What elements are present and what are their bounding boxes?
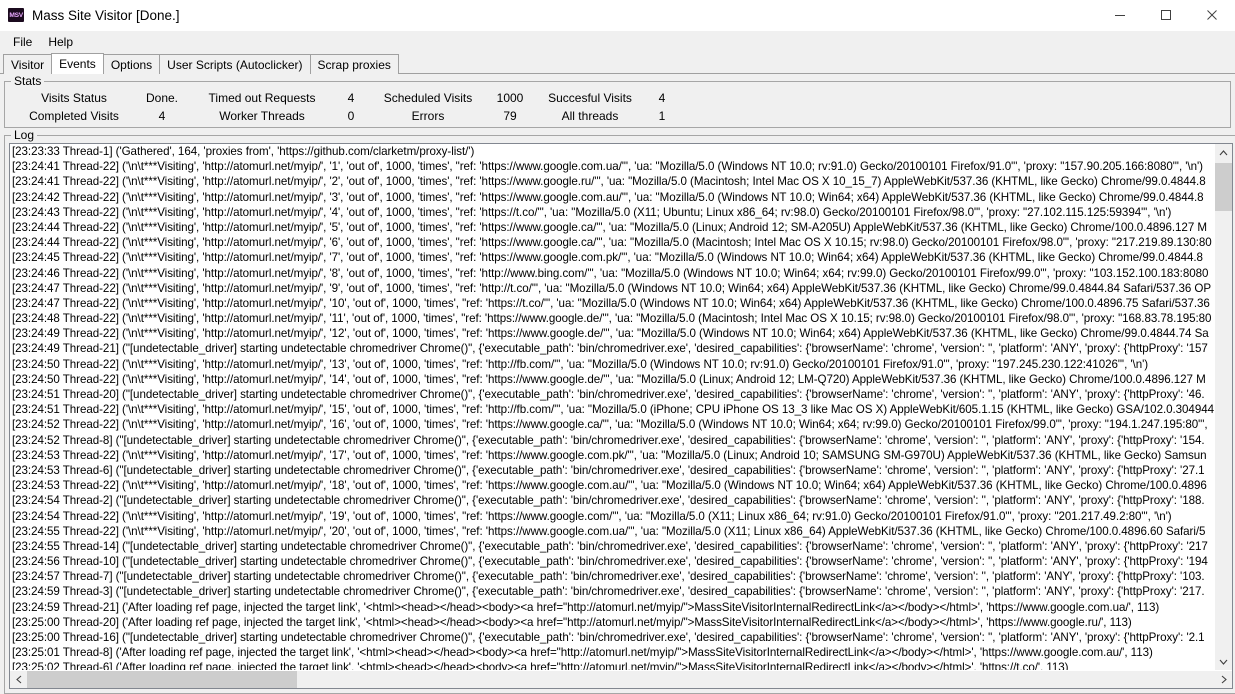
stat-label-visits-status: Visits Status bbox=[15, 89, 133, 107]
log-line: [23:24:55 Thread-22] ('\n\t***Visiting',… bbox=[12, 524, 1214, 539]
log-line: [23:24:51 Thread-22] ('\n\t***Visiting',… bbox=[12, 402, 1214, 417]
minimize-button[interactable] bbox=[1097, 0, 1143, 30]
log-line: [23:24:42 Thread-22] ('\n\t***Visiting',… bbox=[12, 190, 1214, 205]
log-line: [23:24:47 Thread-22] ('\n\t***Visiting',… bbox=[12, 281, 1214, 296]
stat-value-timed-out-requests: 4 bbox=[333, 89, 369, 107]
stat-label-all-threads: All threads bbox=[533, 107, 647, 125]
log-line: [23:24:52 Thread-22] ('\n\t***Visiting',… bbox=[12, 417, 1214, 432]
log-line: [23:24:59 Thread-3] ("[undetectable_driv… bbox=[12, 584, 1214, 599]
log-line: [23:24:49 Thread-22] ('\n\t***Visiting',… bbox=[12, 326, 1214, 341]
scroll-up-arrow[interactable] bbox=[1215, 144, 1232, 161]
stats-row: Visits Status Done. Timed out Requests 4… bbox=[15, 89, 677, 107]
tab-content-events: Stats Visits Status Done. Timed out Requ… bbox=[0, 74, 1235, 694]
log-line: [23:24:52 Thread-8] ("[undetectable_driv… bbox=[12, 433, 1214, 448]
stat-value-succesful-visits: 4 bbox=[647, 89, 677, 107]
log-line: [23:24:49 Thread-21] ("[undetectable_dri… bbox=[12, 341, 1214, 356]
log-line: [23:24:56 Thread-10] ("[undetectable_dri… bbox=[12, 554, 1214, 569]
vertical-scroll-thumb[interactable] bbox=[1215, 163, 1232, 211]
log-line: [23:24:55 Thread-14] ("[undetectable_dri… bbox=[12, 539, 1214, 554]
horizontal-scroll-thumb[interactable] bbox=[27, 671, 297, 688]
close-button[interactable] bbox=[1189, 0, 1235, 30]
tab-scrap-proxies[interactable]: Scrap proxies bbox=[310, 54, 399, 74]
stat-value-visits-status: Done. bbox=[133, 89, 191, 107]
maximize-button[interactable] bbox=[1143, 0, 1189, 30]
log-line: [23:24:48 Thread-22] ('\n\t***Visiting',… bbox=[12, 311, 1214, 326]
title-bar: MSV Mass Site Visitor [Done.] bbox=[0, 0, 1235, 31]
stat-label-worker-threads: Worker Threads bbox=[191, 107, 333, 125]
maximize-icon bbox=[1160, 9, 1172, 21]
stats-group-legend: Stats bbox=[11, 74, 44, 88]
stat-value-errors: 79 bbox=[487, 107, 533, 125]
log-line: [23:24:51 Thread-20] ("[undetectable_dri… bbox=[12, 387, 1214, 402]
log-group: Log [23:23:33 Thread-1] ('Gathered', 164… bbox=[4, 128, 1235, 694]
log-line: [23:24:59 Thread-21] ('After loading ref… bbox=[12, 600, 1214, 615]
stat-value-worker-threads: 0 bbox=[333, 107, 369, 125]
tab-events[interactable]: Events bbox=[51, 53, 104, 74]
chevron-left-icon bbox=[16, 675, 22, 684]
tab-strip: Visitor Events Options User Scripts (Aut… bbox=[0, 53, 1235, 74]
log-line: [23:24:50 Thread-22] ('\n\t***Visiting',… bbox=[12, 372, 1214, 387]
log-line: [23:24:43 Thread-22] ('\n\t***Visiting',… bbox=[12, 205, 1214, 220]
log-line: [23:24:41 Thread-22] ('\n\t***Visiting',… bbox=[12, 159, 1214, 174]
log-line: [23:24:50 Thread-22] ('\n\t***Visiting',… bbox=[12, 357, 1214, 372]
log-horizontal-scrollbar[interactable] bbox=[10, 670, 1232, 688]
scroll-down-arrow[interactable] bbox=[1215, 653, 1232, 670]
vertical-scroll-track[interactable] bbox=[1215, 161, 1232, 653]
chevron-up-icon bbox=[1219, 150, 1228, 156]
log-line: [23:24:47 Thread-22] ('\n\t***Visiting',… bbox=[12, 296, 1214, 311]
log-line: [23:24:53 Thread-22] ('\n\t***Visiting',… bbox=[12, 448, 1214, 463]
stat-value-all-threads: 1 bbox=[647, 107, 677, 125]
tab-options[interactable]: Options bbox=[103, 54, 160, 74]
stat-label-timed-out-requests: Timed out Requests bbox=[191, 89, 333, 107]
scroll-right-arrow[interactable] bbox=[1215, 671, 1232, 688]
tab-user-scripts[interactable]: User Scripts (Autoclicker) bbox=[159, 54, 310, 74]
log-group-legend: Log bbox=[11, 128, 37, 142]
log-viewport[interactable]: [23:23:33 Thread-1] ('Gathered', 164, 'p… bbox=[10, 144, 1214, 670]
log-vertical-scrollbar[interactable] bbox=[1214, 144, 1232, 670]
minimize-icon bbox=[1114, 9, 1126, 21]
stats-table: Visits Status Done. Timed out Requests 4… bbox=[15, 89, 677, 125]
chevron-down-icon bbox=[1219, 659, 1228, 665]
app-icon: MSV bbox=[8, 8, 24, 22]
stat-label-errors: Errors bbox=[369, 107, 487, 125]
stat-label-succesful-visits: Succesful Visits bbox=[533, 89, 647, 107]
menu-item-file[interactable]: File bbox=[5, 33, 40, 51]
tab-visitor[interactable]: Visitor bbox=[3, 54, 52, 74]
log-line: [23:25:02 Thread-6] ('After loading ref … bbox=[12, 660, 1214, 670]
log-line: [23:25:00 Thread-20] ('After loading ref… bbox=[12, 615, 1214, 630]
stats-row: Completed Visits 4 Worker Threads 0 Erro… bbox=[15, 107, 677, 125]
log-line: [23:24:44 Thread-22] ('\n\t***Visiting',… bbox=[12, 235, 1214, 250]
window-controls bbox=[1097, 0, 1235, 30]
log-line: [23:24:45 Thread-22] ('\n\t***Visiting',… bbox=[12, 250, 1214, 265]
app-icon-label: MSV bbox=[9, 12, 23, 19]
log-line: [23:24:57 Thread-7] ("[undetectable_driv… bbox=[12, 569, 1214, 584]
log-line: [23:24:53 Thread-6] ("[undetectable_driv… bbox=[12, 463, 1214, 478]
log-line: [23:24:46 Thread-22] ('\n\t***Visiting',… bbox=[12, 266, 1214, 281]
window-title: Mass Site Visitor [Done.] bbox=[32, 8, 180, 23]
log-line: [23:24:54 Thread-22] ('\n\t***Visiting',… bbox=[12, 509, 1214, 524]
log-line: [23:24:41 Thread-22] ('\n\t***Visiting',… bbox=[12, 174, 1214, 189]
stat-label-completed-visits: Completed Visits bbox=[15, 107, 133, 125]
close-icon bbox=[1206, 9, 1218, 21]
application-window: MSV Mass Site Visitor [Done.] bbox=[0, 0, 1235, 694]
log-line: [23:24:53 Thread-22] ('\n\t***Visiting',… bbox=[12, 478, 1214, 493]
log-line: [23:25:00 Thread-16] ("[undetectable_dri… bbox=[12, 630, 1214, 645]
log-line: [23:24:54 Thread-2] ("[undetectable_driv… bbox=[12, 493, 1214, 508]
scroll-left-arrow[interactable] bbox=[10, 671, 27, 688]
stat-label-scheduled-visits: Scheduled Visits bbox=[369, 89, 487, 107]
chevron-right-icon bbox=[1221, 675, 1227, 684]
stat-value-scheduled-visits: 1000 bbox=[487, 89, 533, 107]
log-line: [23:25:01 Thread-8] ('After loading ref … bbox=[12, 645, 1214, 660]
stat-value-completed-visits: 4 bbox=[133, 107, 191, 125]
log-body-row: [23:23:33 Thread-1] ('Gathered', 164, 'p… bbox=[10, 144, 1232, 670]
stats-group: Stats Visits Status Done. Timed out Requ… bbox=[4, 74, 1231, 128]
title-bar-left: MSV Mass Site Visitor [Done.] bbox=[0, 8, 1097, 23]
log-line: [23:23:33 Thread-1] ('Gathered', 164, 'p… bbox=[12, 144, 1214, 159]
horizontal-scroll-track[interactable] bbox=[27, 671, 1215, 688]
log-line: [23:24:44 Thread-22] ('\n\t***Visiting',… bbox=[12, 220, 1214, 235]
menu-bar: File Help bbox=[0, 31, 1235, 53]
log-textbox[interactable]: [23:23:33 Thread-1] ('Gathered', 164, 'p… bbox=[9, 143, 1233, 689]
log-box-wrapper: [23:23:33 Thread-1] ('Gathered', 164, 'p… bbox=[9, 143, 1233, 689]
menu-item-help[interactable]: Help bbox=[40, 33, 81, 51]
